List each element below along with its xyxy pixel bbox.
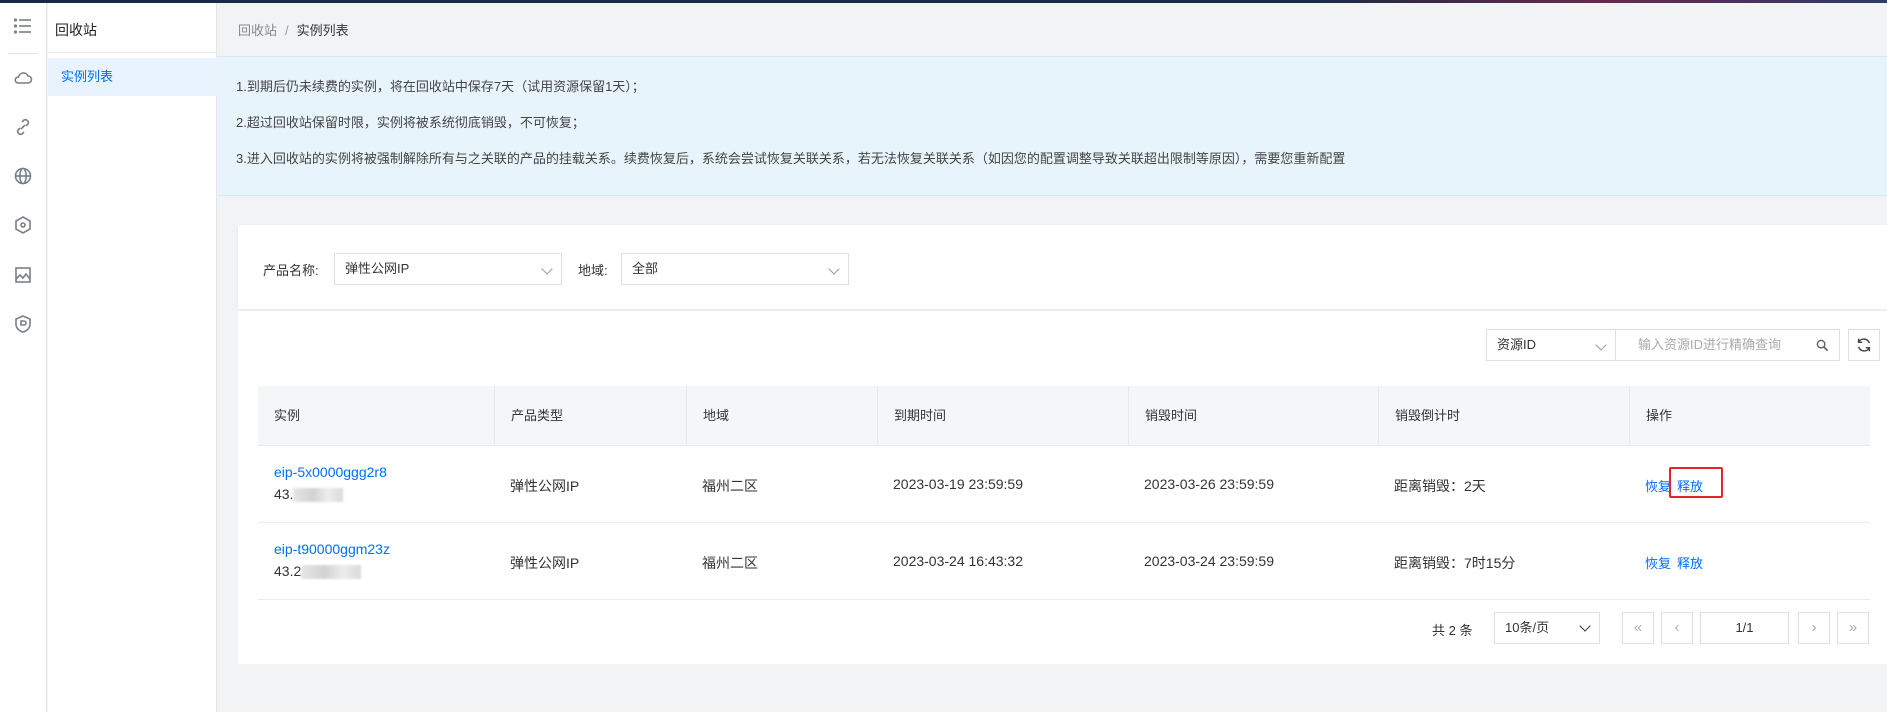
menu-icon[interactable] (12, 15, 34, 37)
product-select[interactable]: 弹性公网IP (334, 253, 562, 285)
region-cell: 福州二区 (702, 555, 758, 571)
network-icon[interactable] (12, 214, 34, 236)
breadcrumb-current: 实例列表 (296, 23, 349, 38)
notice-line-2: 2.超过回收站保留时限，实例将被系统彻底销毁，不可恢复； (236, 115, 585, 130)
search-placeholder: 输入资源ID进行精确查询 (1638, 337, 1782, 352)
double-chevron-left-icon: « (1633, 619, 1643, 636)
chevron-down-icon (541, 263, 553, 275)
icon-rail (0, 3, 47, 712)
image-icon[interactable] (12, 264, 34, 286)
shield-icon[interactable] (12, 313, 34, 335)
region-select[interactable]: 全部 (621, 253, 849, 285)
highlight-box (1669, 467, 1723, 498)
instance-id-link[interactable]: eip-5x0000ggg2r8 (274, 464, 387, 480)
nav-item-instance-list[interactable]: 实例列表 (48, 58, 217, 96)
column-header-destroy-time: 销毁时间 (1128, 386, 1378, 446)
column-header-product-type: 产品类型 (494, 386, 686, 446)
column-header-expire-time: 到期时间 (877, 386, 1128, 446)
expire-time-cell: 2023-03-24 16:43:32 (893, 553, 1023, 569)
region-cell: 福州二区 (702, 478, 758, 494)
cloud-icon[interactable] (12, 67, 34, 89)
column-header-instance: 实例 (274, 408, 301, 423)
rail-divider (8, 53, 38, 54)
column-header-countdown: 销毁倒计时 (1378, 386, 1629, 446)
filter-card: 产品名称: 弹性公网IP 地域: 全部 (238, 225, 1887, 309)
nav-title: 回收站 (55, 22, 97, 38)
prev-page-button[interactable]: ‹ (1661, 612, 1693, 644)
redacted-ip (301, 565, 362, 580)
secondary-nav: 回收站 实例列表 (48, 3, 217, 712)
last-page-button[interactable]: » (1837, 612, 1869, 644)
nav-divider (48, 52, 217, 53)
double-chevron-right-icon: » (1848, 619, 1858, 636)
table-row: eip-t90000ggm23z 43.2 弹性公网IP 福州二区 2023-0… (258, 523, 1870, 600)
table-header: 实例 产品类型 地域 到期时间 销毁时间 销毁倒计时 操作 (258, 386, 1870, 446)
notice-line-1: 1.到期后仍未续费的实例，将在回收站中保存7天（试用资源保留1天）； (236, 79, 645, 94)
first-page-button[interactable]: « (1622, 612, 1654, 644)
pagination: 共 2 条 10条/页 « ‹ 1/1 › » (1432, 612, 1887, 644)
breadcrumb-separator: / (285, 23, 289, 38)
restore-button[interactable]: 恢复 (1645, 553, 1671, 572)
search-type-select[interactable]: 资源ID (1486, 329, 1616, 361)
instance-id-link[interactable]: eip-t90000ggm23z (274, 541, 390, 557)
instance-ip-prefix: 43. (274, 486, 294, 502)
globe-icon[interactable] (12, 165, 34, 187)
notice-line-3: 3.进入回收站的实例将被强制解除所有与之关联的产品的挂载关系。续费恢复后，系统会… (236, 151, 1346, 166)
refresh-button[interactable] (1848, 329, 1880, 361)
chevron-right-icon: › (1811, 619, 1817, 636)
chevron-down-icon (828, 263, 840, 275)
table-row: eip-5x0000ggg2r8 43. 弹性公网IP 福州二区 2023-03… (258, 446, 1870, 523)
product-filter-label: 产品名称: (263, 263, 319, 278)
chevron-left-icon: ‹ (1674, 619, 1680, 636)
search-type-value: 资源ID (1497, 337, 1537, 352)
refresh-icon (1857, 338, 1871, 352)
release-button[interactable]: 释放 (1677, 553, 1703, 572)
notice-panel: 1.到期后仍未续费的实例，将在回收站中保存7天（试用资源保留1天）； 2.超过回… (218, 56, 1887, 196)
instance-ip: 43.2 (274, 563, 362, 580)
expire-time-cell: 2023-03-19 23:59:59 (893, 476, 1023, 492)
countdown-cell: 距离销毁：7时15分 (1394, 555, 1516, 571)
product-type-cell: 弹性公网IP (510, 478, 580, 494)
column-header-actions: 操作 (1629, 386, 1870, 446)
product-type-cell: 弹性公网IP (510, 555, 580, 571)
instance-ip-prefix: 43.2 (274, 563, 302, 579)
redacted-ip (293, 488, 344, 503)
countdown-cell: 距离销毁：2天 (1394, 478, 1486, 494)
chevron-down-icon (1579, 620, 1591, 632)
link-icon[interactable] (12, 116, 34, 138)
search-input[interactable]: 输入资源ID进行精确查询 (1615, 329, 1840, 361)
page-size-value: 10条/页 (1505, 620, 1550, 635)
region-select-value: 全部 (632, 261, 659, 276)
top-accent-bar (0, 0, 1887, 3)
breadcrumb: 回收站 / 实例列表 (238, 20, 349, 39)
column-header-region: 地域 (686, 386, 877, 446)
total-count: 共 2 条 (1432, 623, 1473, 638)
chevron-down-icon (1595, 339, 1607, 351)
search-icon[interactable] (1816, 339, 1829, 352)
destroy-time-cell: 2023-03-26 23:59:59 (1144, 476, 1274, 492)
region-filter-label: 地域: (578, 263, 608, 278)
page-input[interactable]: 1/1 (1700, 612, 1789, 644)
breadcrumb-root[interactable]: 回收站 (238, 23, 277, 38)
next-page-button[interactable]: › (1798, 612, 1830, 644)
page-size-select[interactable]: 10条/页 (1494, 612, 1600, 644)
instance-ip: 43. (274, 486, 344, 503)
product-select-value: 弹性公网IP (345, 261, 410, 276)
restore-button[interactable]: 恢复 (1645, 476, 1671, 495)
destroy-time-cell: 2023-03-24 23:59:59 (1144, 553, 1274, 569)
page-indicator: 1/1 (1735, 620, 1754, 635)
